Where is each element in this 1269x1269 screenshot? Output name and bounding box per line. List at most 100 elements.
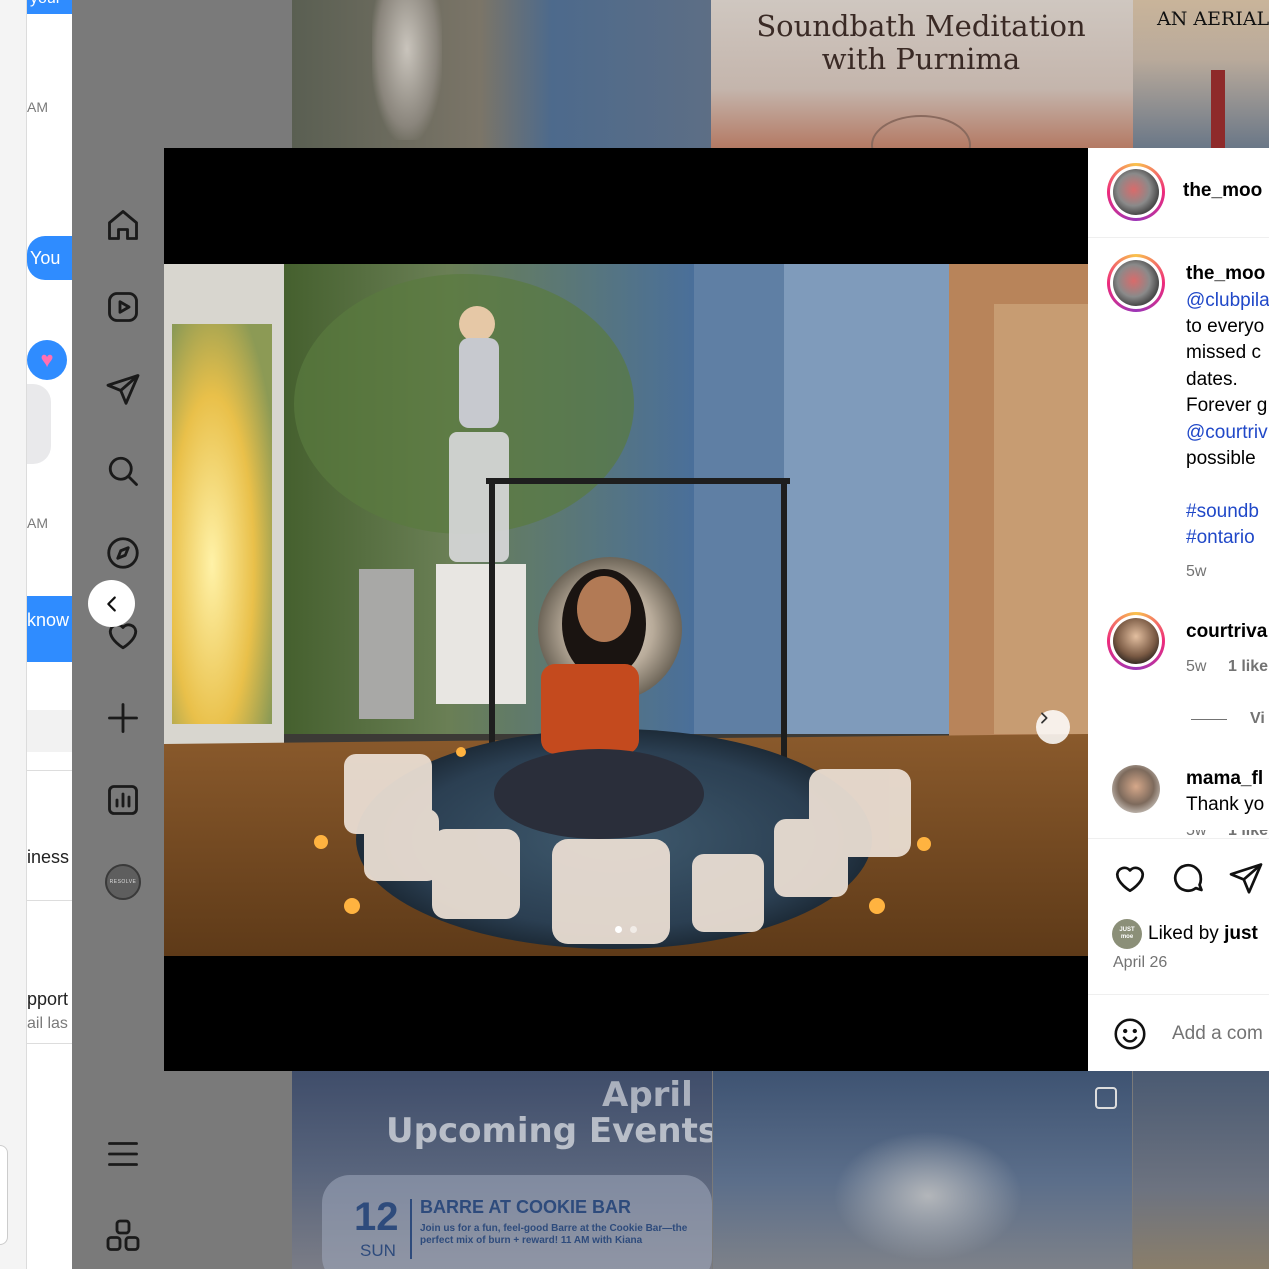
- chevron-left-icon: [106, 595, 116, 612]
- caption-line: missed c: [1186, 342, 1261, 363]
- events-month: April: [602, 1075, 693, 1115]
- like-button[interactable]: [1112, 860, 1148, 896]
- sidebar-text-support[interactable]: pport: [27, 989, 68, 1010]
- message-bubble-gray[interactable]: [27, 384, 51, 464]
- grid-tile-events[interactable]: April Upcoming Events 12 SUN BARRE AT CO…: [292, 1071, 712, 1269]
- grid-tile-aerial[interactable]: AN AERIAL: [1133, 0, 1269, 148]
- comment-username[interactable]: courtriva: [1186, 621, 1267, 643]
- hashtag-link[interactable]: #soundb: [1186, 501, 1259, 523]
- profile-avatar: RESOLVE: [105, 864, 141, 900]
- instagram-sidebar-nav: RESOLVE: [72, 0, 164, 1269]
- message-you-text: You: [30, 248, 61, 268]
- comment-text: Thank yo: [1186, 794, 1265, 815]
- liked-by-prefix: Liked by: [1148, 923, 1219, 944]
- cyclist-figure: [372, 0, 442, 140]
- message-bubble-know[interactable]: know: [27, 596, 72, 662]
- caption-username[interactable]: the_moo: [1186, 263, 1265, 285]
- post-photo[interactable]: [164, 264, 1088, 956]
- reels-icon[interactable]: [105, 289, 141, 325]
- heart-reaction-icon: ♥: [27, 340, 67, 380]
- message-time-2: AM: [27, 515, 48, 531]
- grid-tile-cycling[interactable]: [292, 0, 711, 148]
- comment-likes: 1 like: [1228, 830, 1268, 838]
- share-icon: [1229, 863, 1263, 894]
- comment-button[interactable]: [1170, 860, 1206, 896]
- emoji-button[interactable]: [1112, 1016, 1148, 1052]
- comment-timestamp: 5w: [1186, 658, 1207, 675]
- divider: [27, 710, 72, 752]
- caption-line: Forever g: [1186, 395, 1268, 416]
- home-icon[interactable]: [105, 207, 141, 243]
- liked-by-text: Liked by just: [1148, 923, 1258, 945]
- comment-avatar[interactable]: [1107, 612, 1165, 670]
- comment-username[interactable]: mama_fl: [1186, 768, 1263, 790]
- header-username[interactable]: the_moo: [1183, 180, 1262, 202]
- window-corner: [0, 1145, 8, 1245]
- event-title: BARRE AT COOKIE BAR: [420, 1197, 631, 1217]
- divider: [27, 770, 72, 771]
- sun-glow: [833, 1131, 1023, 1261]
- emoji-icon: [1114, 1018, 1146, 1050]
- more-icon[interactable]: [105, 1136, 141, 1172]
- message-bubble-you[interactable]: You: [27, 236, 72, 280]
- divider: [1088, 994, 1269, 995]
- aerial-silk: [1211, 70, 1225, 148]
- events-heading: Upcoming Events: [386, 1111, 712, 1151]
- event-day-name: SUN: [360, 1241, 396, 1260]
- direct-icon[interactable]: [105, 371, 141, 407]
- grid-tile-sky[interactable]: [713, 1071, 1132, 1269]
- search-icon[interactable]: [105, 453, 141, 489]
- view-replies-link[interactable]: Vi: [1250, 710, 1265, 728]
- hashtag-link[interactable]: #ontario: [1186, 527, 1255, 549]
- caption-line: possible: [1186, 448, 1256, 469]
- previous-post-button[interactable]: [88, 580, 135, 627]
- create-icon[interactable]: [105, 700, 141, 736]
- caption-avatar[interactable]: [1107, 254, 1165, 312]
- comment-timestamp: 5w: [1186, 830, 1206, 838]
- post-modal: the_moo the_moo @clubpila to everyo miss…: [164, 148, 1269, 1071]
- also-from-meta-icon[interactable]: [105, 1218, 141, 1254]
- multi-image-icon: [1095, 1087, 1117, 1109]
- carousel-dot-1[interactable]: [615, 926, 622, 933]
- event-description: Join us for a fun, feel-good Barre at th…: [420, 1223, 688, 1246]
- event-day-number: 12: [354, 1195, 399, 1239]
- profile-badge-text: RESOLVE: [109, 879, 137, 885]
- liker-avatar[interactable]: JUST moe: [1112, 919, 1142, 949]
- share-button[interactable]: [1228, 860, 1264, 896]
- next-slide-button[interactable]: [1036, 710, 1070, 744]
- mandala-ornament: [871, 115, 971, 148]
- divider: [1088, 838, 1269, 839]
- chevron-right-icon: [1041, 712, 1048, 724]
- event-card[interactable]: 12 SUN BARRE AT COOKIE BAR Join us for a…: [322, 1175, 712, 1269]
- carousel-dot-2[interactable]: [630, 926, 637, 933]
- messages-window: your AM You ♥ AM know iness pport ail la…: [0, 0, 72, 1269]
- caption-timestamp: 5w: [1186, 563, 1207, 580]
- liked-by-user[interactable]: just: [1224, 923, 1258, 944]
- sidebar-text-email: ail las: [27, 1015, 68, 1032]
- post-info-panel: the_moo the_moo @clubpila to everyo miss…: [1088, 148, 1269, 1071]
- divider: [27, 1043, 72, 1044]
- sidebar-text-business[interactable]: iness: [27, 847, 69, 868]
- caption-mention-1[interactable]: @clubpila: [1186, 290, 1269, 312]
- insights-icon[interactable]: [105, 782, 141, 818]
- header-avatar[interactable]: [1107, 163, 1165, 221]
- grid-tile-gym[interactable]: [1133, 1071, 1269, 1269]
- message-time-1: AM: [27, 99, 48, 115]
- grid-tile-soundbath[interactable]: Soundbath Meditation with Purnima: [711, 0, 1133, 148]
- liker-avatar-text: JUST moe: [1119, 927, 1135, 940]
- add-comment-input[interactable]: Add a com: [1172, 1023, 1263, 1045]
- comments-scroll-cutoff: 5w 1 like: [1088, 830, 1269, 838]
- explore-icon[interactable]: [105, 535, 141, 571]
- replies-line: [1191, 719, 1227, 720]
- divider: [1088, 237, 1269, 238]
- profile-icon[interactable]: RESOLVE: [105, 864, 141, 900]
- caption-line: dates.: [1186, 369, 1238, 390]
- divider: [27, 900, 72, 901]
- message-know-text: know: [27, 610, 70, 630]
- caption-mention-2[interactable]: @courtriv: [1186, 422, 1268, 444]
- comment-avatar[interactable]: [1112, 765, 1160, 813]
- aerial-tile-title: AN AERIAL: [1157, 8, 1269, 30]
- comment-likes[interactable]: 1 like: [1228, 658, 1268, 676]
- message-bubble-top[interactable]: your: [27, 0, 72, 14]
- comment-icon: [1173, 863, 1203, 893]
